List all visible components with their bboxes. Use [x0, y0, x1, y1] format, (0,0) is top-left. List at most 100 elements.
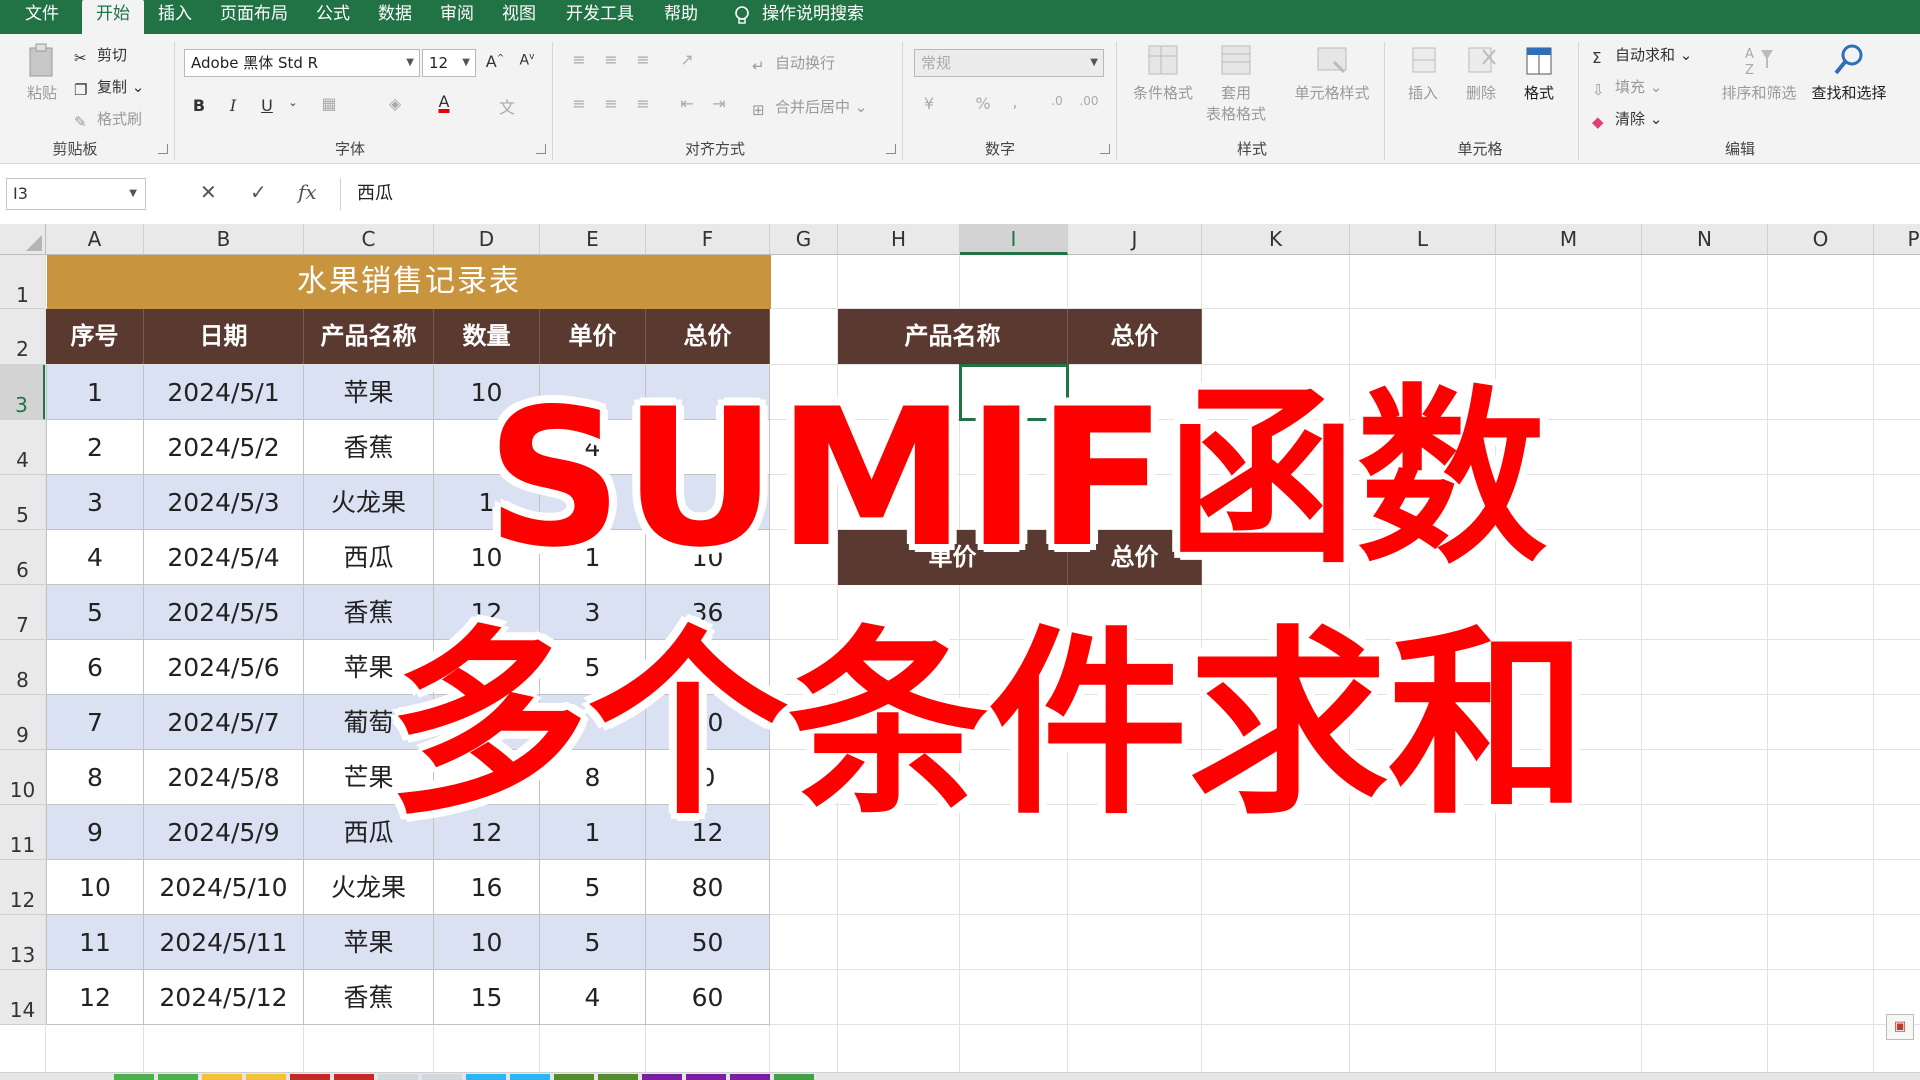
tab-review[interactable]: 审阅 — [432, 0, 482, 34]
cell-styles-button[interactable]: 单元格样式 — [1284, 42, 1380, 103]
column-header-O[interactable]: O — [1768, 224, 1874, 255]
align-left-icon[interactable]: ≡ — [568, 94, 590, 113]
table-cell[interactable]: 16 — [434, 860, 540, 915]
merge-center-button[interactable]: ⊞ 合并后居中 ⌄ — [752, 96, 867, 119]
table-cell[interactable]: 3 — [46, 475, 144, 530]
row-header-6[interactable]: 6 — [0, 530, 46, 585]
sheet-tab[interactable] — [246, 1074, 286, 1080]
tab-developer[interactable]: 开发工具 — [556, 0, 644, 34]
sheet-tab[interactable] — [290, 1074, 330, 1080]
cut-button[interactable]: ✂ 剪切 — [74, 44, 127, 67]
column-header-I[interactable]: I — [960, 224, 1068, 255]
column-header-J[interactable]: J — [1068, 224, 1202, 255]
table-cell[interactable]: 5 — [540, 860, 646, 915]
cancel-entry-icon[interactable]: ✕ — [200, 180, 217, 204]
font-name-combo[interactable]: Adobe 黑体 Std R ▼ — [184, 49, 420, 77]
sheet-tab[interactable] — [466, 1074, 506, 1080]
table-cell[interactable]: 4 — [540, 970, 646, 1025]
column-header-L[interactable]: L — [1350, 224, 1496, 255]
row-header-1[interactable]: 1 — [0, 255, 46, 309]
table-cell[interactable]: 2024/5/5 — [144, 585, 304, 640]
tab-page-layout[interactable]: 页面布局 — [212, 0, 296, 34]
table-cell[interactable]: 5 — [540, 915, 646, 970]
sheet-tab[interactable] — [598, 1074, 638, 1080]
align-middle-icon[interactable]: ≡ — [600, 50, 622, 69]
insert-function-icon[interactable]: fx — [298, 180, 317, 204]
underline-button[interactable]: U — [256, 96, 278, 115]
table-cell[interactable]: 西瓜 — [304, 530, 434, 585]
column-header-H[interactable]: H — [838, 224, 960, 255]
insert-cells-button[interactable]: 插入 — [1394, 42, 1452, 103]
column-header-G[interactable]: G — [770, 224, 838, 255]
table-cell[interactable]: 8 — [46, 750, 144, 805]
row-header-3[interactable]: 3 — [0, 365, 46, 420]
table-cell[interactable]: 2024/5/9 — [144, 805, 304, 860]
table-cell[interactable]: 2024/5/4 — [144, 530, 304, 585]
row-header-2[interactable]: 2 — [0, 309, 46, 365]
select-all-corner[interactable] — [0, 224, 46, 255]
column-header-C[interactable]: C — [304, 224, 434, 255]
table-header-cell[interactable]: 产品名称 — [304, 309, 434, 364]
sheet-tab[interactable] — [510, 1074, 550, 1080]
column-header-P[interactable]: P — [1874, 224, 1920, 255]
column-header-D[interactable]: D — [434, 224, 540, 255]
side-header-cell[interactable]: 产品名称 — [838, 309, 1068, 364]
row-header-4[interactable]: 4 — [0, 420, 46, 475]
tab-file[interactable]: 文件 — [6, 0, 78, 34]
row-header-10[interactable]: 10 — [0, 750, 46, 805]
side-header-cell[interactable]: 总价 — [1068, 309, 1202, 364]
table-cell[interactable]: 10 — [434, 915, 540, 970]
row-header-8[interactable]: 8 — [0, 640, 46, 695]
name-box[interactable]: I3 ▼ — [6, 178, 146, 210]
conditional-format-button[interactable]: 条件格式 — [1126, 42, 1200, 103]
column-header-F[interactable]: F — [646, 224, 770, 255]
table-cell[interactable]: 6 — [46, 640, 144, 695]
table-cell[interactable]: 2024/5/10 — [144, 860, 304, 915]
tab-formulas[interactable]: 公式 — [308, 0, 358, 34]
sheet-tab[interactable] — [686, 1074, 726, 1080]
sort-filter-button[interactable]: AZ 排序和筛选 — [1716, 42, 1802, 103]
table-cell[interactable]: 2024/5/11 — [144, 915, 304, 970]
sheet-tab[interactable] — [202, 1074, 242, 1080]
align-center-icon[interactable]: ≡ — [600, 94, 622, 113]
table-cell[interactable]: 2024/5/7 — [144, 695, 304, 750]
align-right-icon[interactable]: ≡ — [632, 94, 654, 113]
tab-data[interactable]: 数据 — [370, 0, 420, 34]
align-bottom-icon[interactable]: ≡ — [632, 50, 654, 69]
number-format-combo[interactable]: 常规 ▼ — [914, 49, 1104, 77]
decrease-decimal-icon[interactable]: .00 — [1078, 94, 1100, 108]
phonetic-icon[interactable]: 文 — [496, 94, 518, 118]
sheet-tab[interactable] — [774, 1074, 814, 1080]
sheet-tab[interactable] — [730, 1074, 770, 1080]
table-cell[interactable]: 火龙果 — [304, 475, 434, 530]
table-cell[interactable]: 2024/5/6 — [144, 640, 304, 695]
tab-help[interactable]: 帮助 — [656, 0, 706, 34]
sheet-tab[interactable] — [114, 1074, 154, 1080]
page-layout-icon[interactable]: ▣ — [1886, 1014, 1914, 1040]
table-cell[interactable]: 苹果 — [304, 365, 434, 420]
font-launcher[interactable] — [536, 144, 546, 154]
table-cell[interactable]: 4 — [46, 530, 144, 585]
confirm-entry-icon[interactable]: ✓ — [250, 180, 267, 204]
decrease-indent-icon[interactable]: ⇤ — [676, 94, 698, 113]
table-title[interactable]: 水果销售记录表 — [47, 255, 771, 309]
orientation-icon[interactable]: ↗ — [676, 50, 698, 69]
tell-me-search[interactable]: 操作说明搜索 — [762, 0, 902, 34]
column-header-M[interactable]: M — [1496, 224, 1642, 255]
sheet-tab[interactable] — [554, 1074, 594, 1080]
italic-button[interactable]: I — [222, 96, 244, 115]
table-cell[interactable]: 1 — [46, 365, 144, 420]
number-launcher[interactable] — [1100, 144, 1110, 154]
column-header-E[interactable]: E — [540, 224, 646, 255]
wrap-text-button[interactable]: ↵ 自动换行 — [752, 52, 835, 75]
table-cell[interactable]: 香蕉 — [304, 970, 434, 1025]
find-select-button[interactable]: 查找和选择 — [1804, 42, 1894, 103]
sheet-tab[interactable] — [158, 1074, 198, 1080]
row-header-12[interactable]: 12 — [0, 860, 46, 915]
table-header-cell[interactable]: 序号 — [46, 309, 144, 364]
comma-button[interactable]: , — [1004, 92, 1026, 111]
format-painter-button[interactable]: ✎ 格式刷 — [74, 108, 142, 131]
sheet-tab[interactable] — [334, 1074, 374, 1080]
table-cell[interactable]: 2024/5/1 — [144, 365, 304, 420]
row-header-7[interactable]: 7 — [0, 585, 46, 640]
